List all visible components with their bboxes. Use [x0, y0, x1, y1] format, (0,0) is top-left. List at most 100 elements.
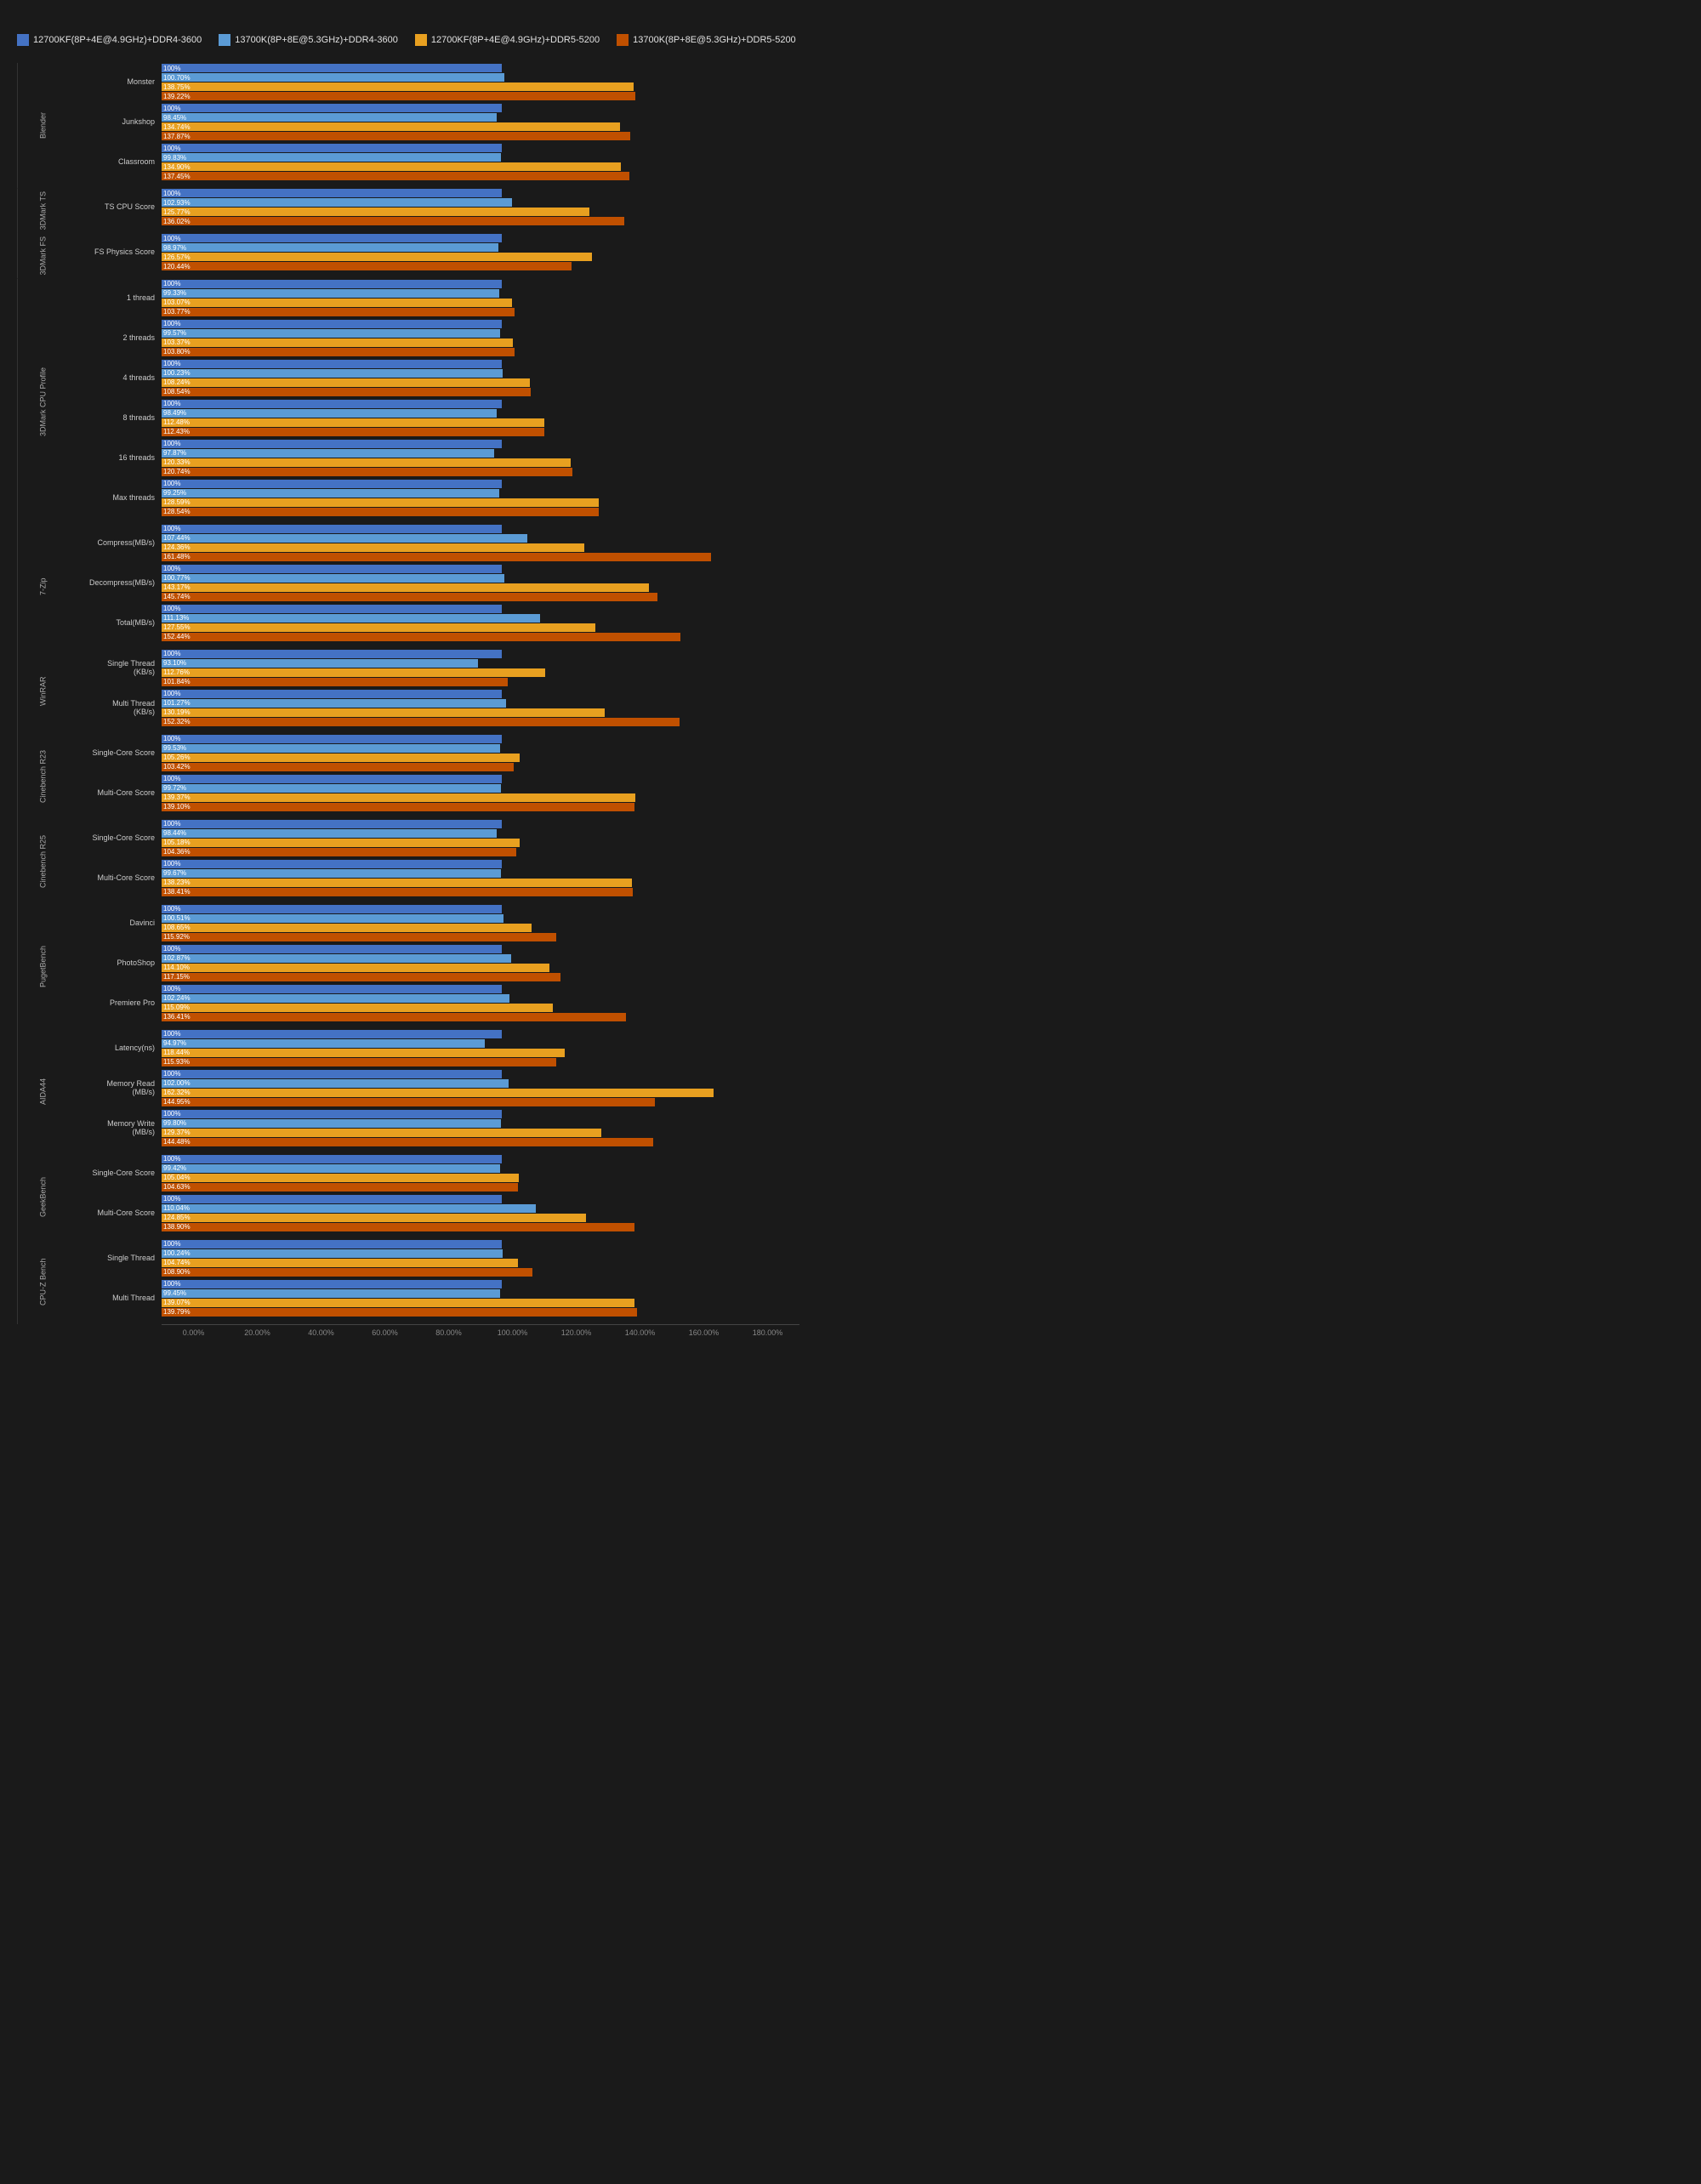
bar-line: 104.74% — [162, 1259, 799, 1267]
bar-line: 100% — [162, 860, 799, 868]
row-label: 1 thread — [68, 293, 162, 303]
bar-line: 103.07% — [162, 299, 799, 307]
bar-line: 99.42% — [162, 1164, 799, 1173]
group-7: Cinebench R25Single-Core Score100%98.44%… — [17, 819, 799, 904]
x-tick: 120.00% — [544, 1328, 608, 1337]
row-label: Davinci — [68, 919, 162, 928]
group-label-3: 3DMark CPU Profile — [17, 279, 68, 524]
bar-line: 100% — [162, 104, 799, 112]
bar-line: 112.43% — [162, 428, 799, 436]
bar-row-8-1: PhotoShop100%102.87%114.10%117.15% — [68, 944, 799, 982]
bar-line: 115.92% — [162, 933, 799, 941]
bar-line: 100% — [162, 64, 799, 72]
bar-line: 103.37% — [162, 338, 799, 347]
x-tick: 180.00% — [736, 1328, 799, 1337]
bar-line: 100% — [162, 690, 799, 698]
bar-line: 100% — [162, 320, 799, 328]
bar-row-10-1: Multi-Core Score100%110.04%124.85%138.90… — [68, 1194, 799, 1232]
bar-row-8-0: Davinci100%100.51%108.65%115.92% — [68, 904, 799, 942]
bar-line: 112.48% — [162, 418, 799, 427]
row-label: Classroom — [68, 157, 162, 167]
x-tick: 40.00% — [289, 1328, 353, 1337]
bar-line: 100% — [162, 189, 799, 197]
legend-item-2: 12700KF(8P+4E@4.9GHz)+DDR5-5200 — [415, 34, 600, 46]
row-label: Memory Read (MB/s) — [68, 1079, 162, 1098]
group-5: WinRARSingle Thread (KB/s)100%93.10%112.… — [17, 649, 799, 734]
group-label-8: PugetBench — [17, 904, 68, 1029]
row-label: Single Thread (KB/s) — [68, 659, 162, 678]
bar-line: 120.33% — [162, 458, 799, 467]
bar-row-11-0: Single Thread100%100.24%104.74%108.90% — [68, 1239, 799, 1277]
bar-line: 99.83% — [162, 153, 799, 162]
row-label: FS Physics Score — [68, 247, 162, 257]
bar-line: 108.24% — [162, 378, 799, 387]
bar-line: 134.90% — [162, 162, 799, 171]
bar-line: 138.23% — [162, 879, 799, 887]
group-4: 7-ZipCompress(MB/s)100%107.44%124.36%161… — [17, 524, 799, 649]
row-label: 8 threads — [68, 413, 162, 423]
bar-line: 100% — [162, 775, 799, 783]
bar-line: 130.19% — [162, 708, 799, 717]
bar-line: 100.70% — [162, 73, 799, 82]
row-label: 4 threads — [68, 373, 162, 383]
x-tick: 20.00% — [225, 1328, 289, 1337]
row-label: Compress(MB/s) — [68, 538, 162, 548]
legend-item-0: 12700KF(8P+4E@4.9GHz)+DDR4-3600 — [17, 34, 202, 46]
bar-line: 143.17% — [162, 583, 799, 592]
bar-line: 108.65% — [162, 924, 799, 932]
group-11: CPU-Z BenchSingle Thread100%100.24%104.7… — [17, 1239, 799, 1324]
bar-line: 139.79% — [162, 1308, 799, 1317]
bar-row-10-0: Single-Core Score100%99.42%105.04%104.63… — [68, 1154, 799, 1192]
bar-line: 111.13% — [162, 614, 799, 623]
row-label: Max threads — [68, 493, 162, 503]
bar-line: 152.44% — [162, 633, 799, 641]
bar-row-5-0: Single Thread (KB/s)100%93.10%112.76%101… — [68, 649, 799, 687]
bar-line: 137.45% — [162, 172, 799, 180]
row-label: Monster — [68, 77, 162, 87]
bar-line: 99.67% — [162, 869, 799, 878]
bar-line: 138.75% — [162, 82, 799, 91]
chart-container: BlenderMonster100%100.70%138.75%139.22%J… — [17, 63, 799, 1324]
row-label: Premiere Pro — [68, 998, 162, 1008]
x-tick: 80.00% — [417, 1328, 481, 1337]
bar-line: 93.10% — [162, 659, 799, 668]
bar-line: 115.09% — [162, 1004, 799, 1012]
x-tick: 160.00% — [672, 1328, 736, 1337]
bar-line: 100.51% — [162, 914, 799, 923]
bar-line: 100% — [162, 945, 799, 953]
bar-line: 103.77% — [162, 308, 799, 316]
bar-line: 105.26% — [162, 754, 799, 762]
bar-line: 104.63% — [162, 1183, 799, 1192]
bar-row-7-1: Multi-Core Score100%99.67%138.23%138.41% — [68, 859, 799, 897]
bar-line: 128.59% — [162, 498, 799, 507]
row-label: Decompress(MB/s) — [68, 578, 162, 588]
group-9: AIDA44Latency(ns)100%94.97%118.44%115.93… — [17, 1029, 799, 1154]
bar-line: 100% — [162, 1110, 799, 1118]
bar-line: 94.97% — [162, 1039, 799, 1048]
bar-line: 100% — [162, 525, 799, 533]
bar-row-3-4: 16 threads100%97.87%120.33%120.74% — [68, 439, 799, 477]
group-2: 3DMark FSFS Physics Score100%98.97%126.5… — [17, 233, 799, 279]
x-tick: 0.00% — [162, 1328, 225, 1337]
row-label: TS CPU Score — [68, 202, 162, 212]
bar-row-1-0: TS CPU Score100%102.93%125.77%136.02% — [68, 188, 799, 226]
group-3: 3DMark CPU Profile1 thread100%99.33%103.… — [17, 279, 799, 524]
bar-line: 136.41% — [162, 1013, 799, 1021]
bar-line: 100% — [162, 1240, 799, 1248]
bar-line: 100% — [162, 650, 799, 658]
group-label-5: WinRAR — [17, 649, 68, 734]
row-label: Single-Core Score — [68, 748, 162, 758]
bar-line: 98.44% — [162, 829, 799, 838]
bar-line: 124.36% — [162, 543, 799, 552]
bar-row-0-2: Classroom100%99.83%134.90%137.45% — [68, 143, 799, 181]
bar-line: 97.87% — [162, 449, 799, 458]
bar-line: 136.02% — [162, 217, 799, 225]
bar-row-2-0: FS Physics Score100%98.97%126.57%120.44% — [68, 233, 799, 271]
bar-line: 118.44% — [162, 1049, 799, 1057]
bar-line: 102.87% — [162, 954, 799, 963]
bar-line: 102.93% — [162, 198, 799, 207]
bar-row-6-0: Single-Core Score100%99.53%105.26%103.42… — [68, 734, 799, 772]
group-10: GeekBenchSingle-Core Score100%99.42%105.… — [17, 1154, 799, 1239]
group-label-7: Cinebench R25 — [17, 819, 68, 904]
bar-line: 100% — [162, 1155, 799, 1163]
